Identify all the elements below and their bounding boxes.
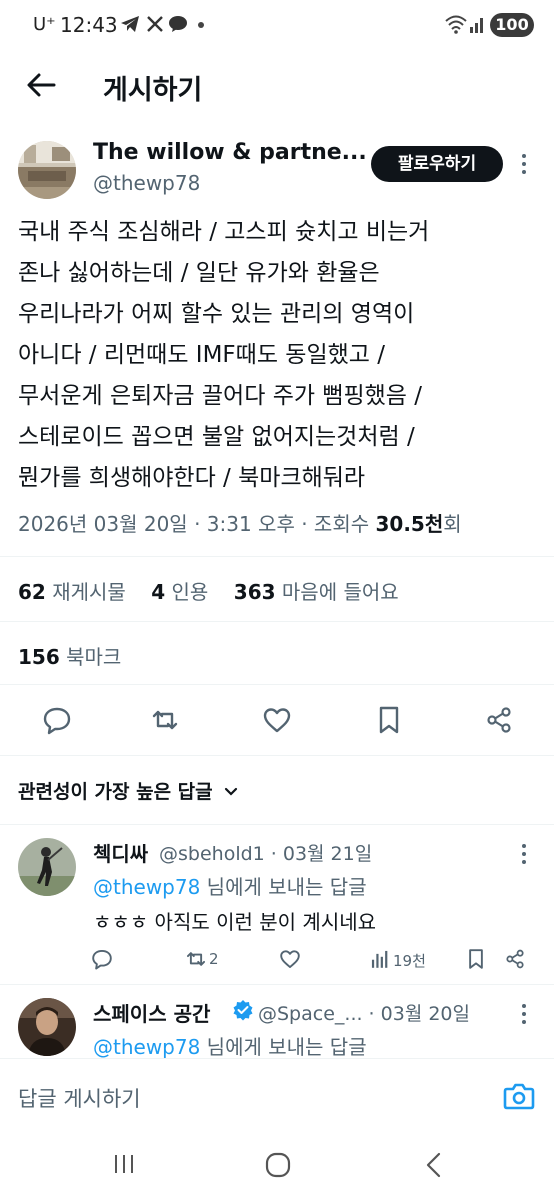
repost-icon[interactable] [150,705,180,735]
reply-sort-selector[interactable]: 관련성이 가장 높은 답글 [18,777,239,804]
reply-repost-count: 2 [209,950,219,968]
top-bar: 게시하기 [0,50,554,120]
reposts-stat[interactable]: 62 재게시물 [18,580,126,604]
reply-views-count: 19천 [393,952,426,970]
signal-icon [470,18,483,33]
likes-stat[interactable]: 363 마음에 들어요 [234,580,399,604]
bookmarks-label: 북마크 [66,645,122,669]
reply-avatar-image [18,838,76,896]
reply-meta: @Space_... · 03월 20일 [258,1003,470,1025]
reply-composer[interactable]: 답글 게시하기 [0,1058,554,1132]
verified-badge-icon [233,1000,253,1021]
quotes-count: 4 [151,580,166,604]
reply-more-options-icon[interactable] [521,1004,527,1028]
divider [0,824,554,825]
reply-more-options-icon[interactable] [521,844,527,868]
author-name[interactable]: The willow & partne... [93,140,367,165]
x-icon [147,16,163,32]
recent-apps-icon[interactable] [112,1152,136,1176]
repost-icon[interactable] [185,948,207,970]
reply-icon[interactable] [42,705,72,735]
reply-avatar-image [18,998,76,1056]
share-icon[interactable] [504,948,526,970]
post-text-line: 아니다 / 리먼때도 IMF때도 동일했고 / [18,342,385,368]
author-avatar[interactable] [18,141,76,199]
bookmarks-count: 156 [18,645,60,669]
post-text-line: 뭔가를 희생해야한다 / 북마크해둬라 [18,465,366,491]
post-timestamp: 2026년 03월 20일 · 3:31 오후 · 조회수 30.5천회 [18,508,462,537]
camera-icon[interactable] [503,1081,535,1111]
arrow-left-icon[interactable] [24,68,58,102]
more-options-icon[interactable] [521,154,527,178]
reply-avatar[interactable] [18,838,76,896]
carrier-label: U⁺ [33,14,56,35]
reply-text: ㅎㅎㅎ 아직도 이런 분이 계시네요 [93,910,377,934]
divider [0,755,554,756]
reply-author-name[interactable]: 첵디싸 [93,838,148,867]
reply-meta: @sbehold1 · 03월 21일 [159,843,373,865]
divider [0,621,554,622]
divider [0,684,554,685]
author-handle[interactable]: @thewp78 [93,171,200,195]
reply-to-line: @thewp78 님에게 보내는 답글 [93,871,367,900]
reply-icon[interactable] [91,948,113,970]
reply-to-suffix: 님에게 보내는 답글 [200,875,367,899]
timestamp-text: 2026년 03월 20일 · 3:31 오후 · 조회수 [18,512,376,536]
reply-sort-label: 관련성이 가장 높은 답글 [18,781,213,803]
post-text-line: 존나 싫어하는데 / 일단 유가와 환율은 [18,260,380,286]
reply-to-line: @thewp78 님에게 보내는 답글 [93,1031,367,1060]
bookmarks-stat[interactable]: 156 북마크 [18,641,121,670]
views-value[interactable]: 30.5천 [375,512,443,536]
status-bar: U⁺ 12:43 100 [0,0,554,50]
like-icon[interactable] [279,948,301,970]
divider [0,556,554,557]
telegram-icon [121,16,139,32]
quotes-label: 인용 [171,580,209,604]
dot-icon [198,22,204,28]
chevron-down-icon [225,787,238,796]
battery-indicator: 100 [490,13,534,37]
author-avatar-image [18,141,76,199]
reposts-count: 62 [18,580,46,604]
post-text-line: 무서운게 은퇴자금 끌어다 주가 뻠핑했음 / [18,383,423,409]
reply-avatar[interactable] [18,998,76,1056]
clock: 12:43 [60,13,118,37]
reply-to-mention[interactable]: @thewp78 [93,1035,200,1059]
engagement-stats: 62 재게시물 4 인용 363 마음에 들어요 [18,576,399,605]
bookmark-icon[interactable] [465,948,487,970]
reply-to-suffix: 님에게 보내는 답글 [200,1035,367,1059]
page-title: 게시하기 [103,75,203,106]
bookmark-icon[interactable] [374,705,404,735]
quotes-stat[interactable]: 4 인용 [151,580,208,604]
share-icon[interactable] [484,705,514,735]
views-icon[interactable] [369,948,391,970]
post-text-line: 우리나라가 어찌 할수 있는 관리의 영역이 [18,301,415,327]
views-suffix: 회 [443,512,462,536]
reply-author-name[interactable]: 스페이스 공간 [93,998,210,1027]
reposts-label: 재게시물 [52,580,126,604]
talk-icon [169,16,187,32]
follow-button[interactable]: 팔로우하기 [371,146,503,182]
divider [0,984,554,985]
like-icon[interactable] [262,705,292,735]
home-icon[interactable] [265,1152,291,1178]
post-text-line: 스테로이드 꼽으면 불알 없어지는것처럼 / [18,424,415,450]
likes-count: 363 [233,580,276,604]
reply-to-mention[interactable]: @thewp78 [93,875,200,899]
post-text-line: 국내 주식 조심해라 / 고스피 슛치고 비는거 [18,219,430,245]
wifi-icon [445,15,467,34]
likes-label: 마음에 들어요 [281,580,399,604]
system-nav-bar [0,1132,554,1200]
reply-input-placeholder[interactable]: 답글 게시하기 [18,1083,141,1113]
back-nav-icon[interactable] [424,1152,444,1178]
